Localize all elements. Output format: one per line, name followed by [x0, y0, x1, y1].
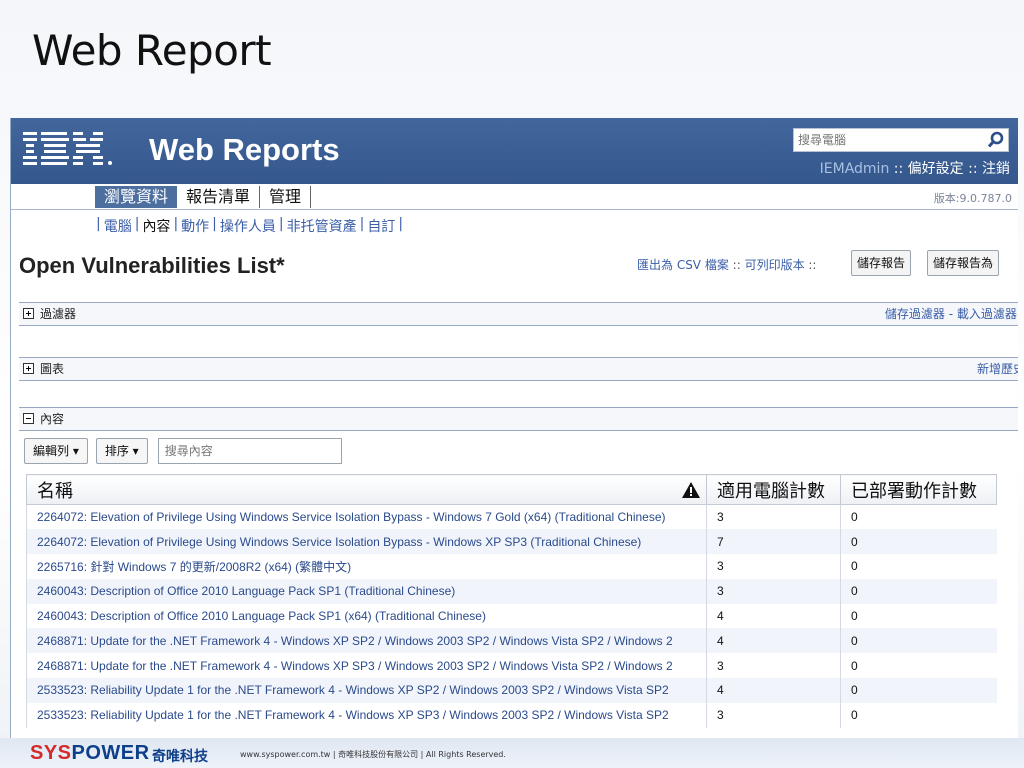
collapse-icon[interactable] — [23, 413, 34, 424]
main-nav: 瀏覽資料 報告清單 管理 版本:9.0.787.0 — [11, 184, 1018, 210]
slide-footer: SYSPOWER 奇唯科技 www.syspower.com.tw | 奇唯科技… — [0, 738, 1024, 768]
expand-icon[interactable] — [23, 363, 34, 374]
logout-link[interactable]: 注銷 — [982, 161, 1010, 177]
version-label: 版本:9.0.787.0 — [933, 192, 1012, 205]
row-deployed-count-cell: 0 — [840, 628, 997, 654]
column-header-deployed-count[interactable]: 已部署動作計數 — [840, 474, 997, 505]
filter-save-load-links[interactable]: 儲存過濾器 - 載入過濾器 - — [885, 303, 1018, 325]
computer-search-input[interactable] — [794, 130, 984, 150]
row-deployed-count-cell: 0 — [840, 653, 997, 679]
chart-section[interactable]: 圖表 新增歷史 — [19, 357, 1018, 381]
expand-icon[interactable] — [23, 308, 34, 319]
row-applicable-count-cell: 3 — [706, 653, 841, 679]
report-actions: 匯出為 CSV 檔案 :: 可列印版本 :: — [637, 256, 816, 273]
sort-button[interactable]: 排序 ▾ — [95, 438, 148, 464]
edit-columns-button[interactable]: 編輯列 ▾ — [24, 438, 88, 464]
vulnerabilities-table: 名稱 適用電腦計數 已部署動作計數 2264072: Elevation of … — [26, 474, 997, 728]
save-report-button[interactable]: 儲存報告 — [851, 250, 912, 276]
row-deployed-count-cell: 0 — [840, 603, 997, 629]
subnav-custom[interactable]: 自訂 — [367, 216, 395, 236]
row-deployed-count-cell: 0 — [840, 678, 997, 703]
row-name-cell[interactable]: 2460043: Description of Office 2010 Lang… — [26, 578, 707, 604]
subnav-computers[interactable]: 電腦 — [104, 216, 132, 236]
search-icon[interactable] — [984, 129, 1008, 151]
content-section-label: 內容 — [40, 412, 65, 426]
row-deployed-count-cell: 0 — [840, 529, 997, 555]
company-name: 奇唯科技 — [152, 749, 208, 765]
sub-navigation: | 電腦 | 內容 | 動作 | 操作人員 | 非托管資產 | 自訂 | — [96, 216, 404, 236]
separator: :: — [889, 161, 908, 177]
subnav-content[interactable]: 內容 — [142, 216, 170, 236]
computer-search — [793, 128, 1009, 152]
user-name[interactable]: IEMAdmin — [820, 161, 890, 177]
separator: :: — [804, 258, 817, 272]
save-report-as-button[interactable]: 儲存報告為 — [927, 250, 1000, 276]
row-name-cell[interactable]: 2468871: Update for the .NET Framework 4… — [26, 653, 707, 679]
table-row[interactable]: 2468871: Update for the .NET Framework 4… — [26, 653, 997, 679]
table-row[interactable]: 2264072: Elevation of Privilege Using Wi… — [26, 529, 997, 555]
row-deployed-count-cell: 0 — [840, 504, 997, 530]
separator: :: — [963, 161, 982, 177]
printable-version-link[interactable]: 可列印版本 — [745, 258, 805, 272]
column-header-name[interactable]: 名稱 — [26, 474, 707, 505]
row-name-cell[interactable]: 2533523: Reliability Update 1 for the .N… — [26, 702, 707, 728]
tab-admin[interactable]: 管理 — [260, 186, 312, 208]
table-row[interactable]: 2265716: 針對 Windows 7 的更新/2008R2 (x64) (… — [26, 554, 997, 579]
tab-report-list[interactable]: 報告清單 — [177, 186, 261, 208]
content-section[interactable]: 內容 — [19, 407, 1018, 431]
row-name-cell[interactable]: 2460043: Description of Office 2010 Lang… — [26, 603, 707, 629]
subnav-actions[interactable]: 動作 — [181, 216, 209, 236]
subnav-unmanaged-assets[interactable]: 非托管資產 — [287, 216, 357, 236]
chart-section-label: 圖表 — [40, 362, 65, 376]
syspower-logo: SYSPOWER — [30, 742, 150, 764]
separator: :: — [728, 258, 745, 272]
row-deployed-count-cell: 0 — [840, 554, 997, 579]
content-toolbar: 編輯列 ▾ 排序 ▾ — [24, 438, 342, 464]
table-row[interactable]: 2460043: Description of Office 2010 Lang… — [26, 578, 997, 604]
row-name-cell[interactable]: 2264072: Elevation of Privilege Using Wi… — [26, 504, 707, 530]
row-deployed-count-cell: 0 — [840, 702, 997, 728]
export-csv-link[interactable]: 匯出為 CSV 檔案 — [637, 258, 729, 272]
row-applicable-count-cell: 3 — [706, 578, 841, 604]
table-row[interactable]: 2533523: Reliability Update 1 for the .N… — [26, 702, 997, 728]
app-title: Web Reports — [149, 132, 340, 167]
row-applicable-count-cell: 3 — [706, 702, 841, 728]
row-applicable-count-cell: 4 — [706, 678, 841, 703]
row-name-cell[interactable]: 2533523: Reliability Update 1 for the .N… — [26, 678, 707, 703]
row-applicable-count-cell: 7 — [706, 529, 841, 555]
add-history-link[interactable]: 新增歷史 — [977, 358, 1018, 380]
warning-icon — [682, 481, 700, 498]
table-row[interactable]: 2468871: Update for the .NET Framework 4… — [26, 628, 997, 654]
row-deployed-count-cell: 0 — [840, 578, 997, 604]
table-row[interactable]: 2460043: Description of Office 2010 Lang… — [26, 603, 997, 629]
row-applicable-count-cell: 3 — [706, 504, 841, 530]
subnav-operators[interactable]: 操作人員 — [220, 216, 276, 236]
table-row[interactable]: 2533523: Reliability Update 1 for the .N… — [26, 678, 997, 703]
tab-browse-data[interactable]: 瀏覽資料 — [95, 186, 178, 208]
filter-section[interactable]: 過濾器 儲存過濾器 - 載入過濾器 - — [19, 302, 1018, 326]
row-name-cell[interactable]: 2265716: 針對 Windows 7 的更新/2008R2 (x64) (… — [26, 554, 707, 579]
ibm-logo — [23, 132, 112, 165]
table-header-row: 名稱 適用電腦計數 已部署動作計數 — [26, 474, 997, 505]
row-applicable-count-cell: 4 — [706, 603, 841, 629]
row-applicable-count-cell: 4 — [706, 628, 841, 654]
table-row[interactable]: 2264072: Elevation of Privilege Using Wi… — [26, 504, 997, 530]
column-header-applicable-count[interactable]: 適用電腦計數 — [706, 474, 841, 505]
top-banner: Web Reports IEMAdmin :: 偏好設定 :: 注銷 — [11, 118, 1018, 184]
preferences-link[interactable]: 偏好設定 — [908, 161, 964, 177]
content-search-input[interactable] — [157, 438, 342, 464]
row-applicable-count-cell: 3 — [706, 554, 841, 579]
report-title: Open Vulnerabilities List* — [19, 253, 285, 278]
user-links: IEMAdmin :: 偏好設定 :: 注銷 — [820, 158, 1010, 178]
copyright-text: www.syspower.com.tw | 奇唯科技股份有限公司 | All R… — [240, 750, 506, 759]
row-name-cell[interactable]: 2264072: Elevation of Privilege Using Wi… — [26, 529, 707, 555]
filter-section-label: 過濾器 — [40, 307, 77, 321]
slide-title: Web Report — [32, 26, 272, 75]
row-name-cell[interactable]: 2468871: Update for the .NET Framework 4… — [26, 628, 707, 654]
